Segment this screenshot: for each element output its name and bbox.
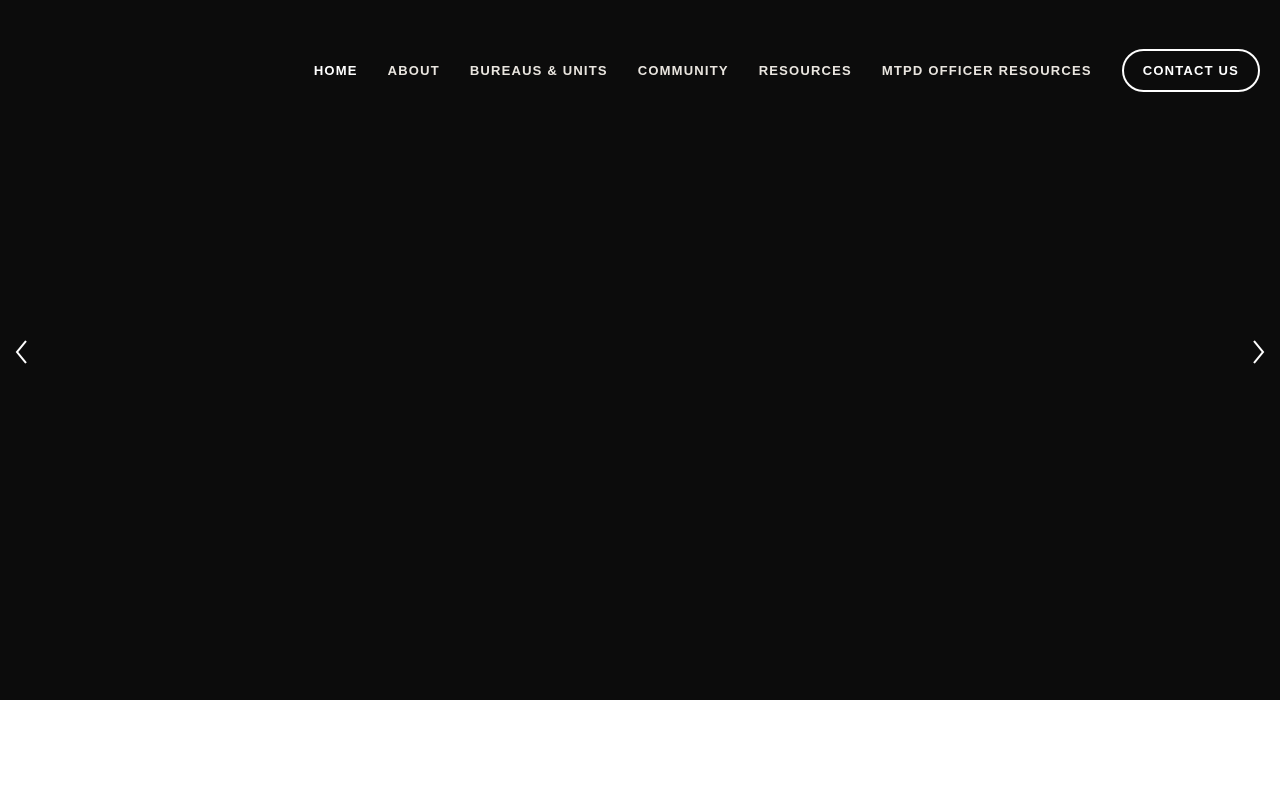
nav-item-officer-resources[interactable]: MTPD OFFICER RESOURCES [882,63,1092,78]
nav-item-about[interactable]: ABOUT [388,63,440,78]
nav-item-home[interactable]: HOME [314,63,358,78]
hero-slider: HOME ABOUT BUREAUS & UNITS COMMUNITY RES… [0,0,1280,700]
nav-item-community[interactable]: COMMUNITY [638,63,729,78]
nav-item-resources[interactable]: RESOURCES [759,63,852,78]
chevron-left-icon [15,340,27,364]
slider-prev-button[interactable] [12,338,32,366]
main-navigation: HOME ABOUT BUREAUS & UNITS COMMUNITY RES… [314,48,1260,92]
chevron-right-icon [1253,340,1265,364]
content-area [0,700,1280,800]
contact-us-button[interactable]: CONTACT US [1121,48,1260,92]
nav-item-bureaus-units[interactable]: BUREAUS & UNITS [470,63,608,78]
slider-next-button[interactable] [1248,338,1268,366]
